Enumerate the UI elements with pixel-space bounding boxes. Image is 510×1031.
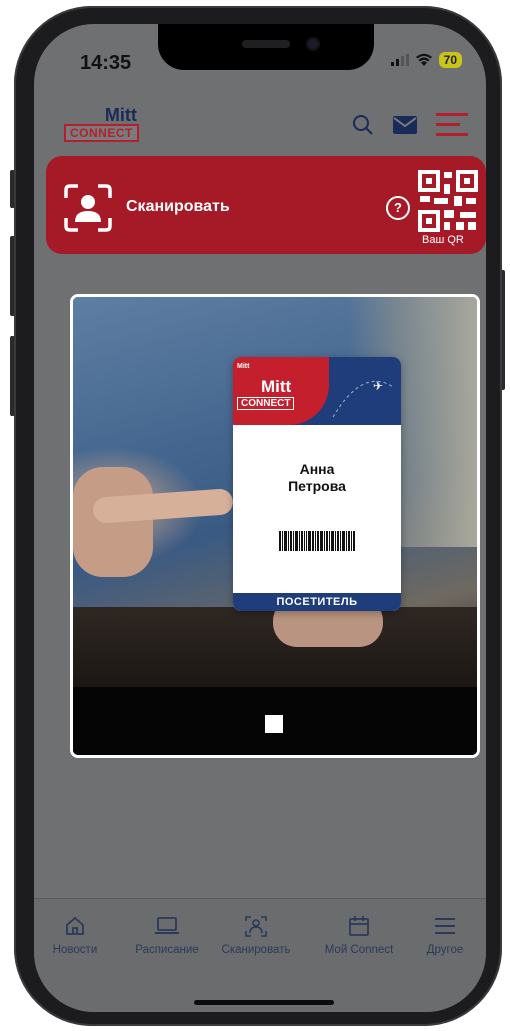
search-icon[interactable] <box>352 114 374 136</box>
status-time: 14:35 <box>80 52 132 74</box>
camera-feed-image: Mitt Mitt CONNECT ✈ Анна Петрова ПОСЕТИТ… <box>73 297 477 687</box>
scan-banner[interactable]: Сканировать ? Ваш QR <box>46 156 486 254</box>
qr-label: Ваш QR <box>422 234 464 246</box>
plane-icon: ✈ <box>373 379 384 393</box>
home-icon <box>66 916 84 935</box>
camera-viewfinder[interactable]: Mitt Mitt CONNECT ✈ Анна Петрова ПОСЕТИТ… <box>70 294 480 758</box>
nav-item-schedule[interactable]: Расписание <box>126 915 208 956</box>
nav-item-other[interactable]: Другое <box>412 915 478 956</box>
nav-item-news[interactable]: Новости <box>38 915 112 956</box>
home-indicator[interactable] <box>194 1000 334 1005</box>
status-icons: 70 <box>390 52 462 68</box>
calendar-icon <box>349 916 369 936</box>
nav-item-my-connect[interactable]: Мой Connect <box>314 915 404 956</box>
speaker <box>242 40 290 48</box>
hamburger-menu-icon[interactable] <box>436 112 468 138</box>
badge-first-name: Анна <box>299 461 335 477</box>
nav-item-scan[interactable]: Сканировать <box>214 915 298 956</box>
logo-connect-text: CONNECT <box>64 124 139 142</box>
front-camera <box>306 37 320 51</box>
nav-label-schedule: Расписание <box>135 944 199 956</box>
stop-scan-button[interactable] <box>265 715 283 733</box>
laptop-icon <box>155 917 179 934</box>
barcode <box>279 531 355 551</box>
mitt-connect-logo[interactable]: Mitt CONNECT <box>64 106 139 142</box>
signal-icon <box>390 54 409 66</box>
badge-logo-connect: CONNECT <box>237 397 295 410</box>
scan-label: Сканировать <box>126 198 230 215</box>
mail-icon[interactable] <box>392 115 418 135</box>
nav-label-my-connect: Мой Connect <box>324 944 394 956</box>
nav-label-other: Другое <box>426 944 464 956</box>
phone-screen: 14:35 70 Mitt CONNECT Сканировать ? Ваш … <box>34 24 486 1012</box>
badge-small-logo: Mitt <box>237 363 250 370</box>
header-actions <box>352 112 468 138</box>
scan-user-icon <box>64 184 112 232</box>
qr-code-icon[interactable] <box>418 170 478 232</box>
notch <box>158 24 374 70</box>
scan-user-icon <box>245 916 267 937</box>
wifi-icon <box>415 53 432 66</box>
badge-role: ПОСЕТИТЕЛЬ <box>233 593 401 611</box>
battery-indicator: 70 <box>438 52 462 68</box>
app-header: Mitt CONNECT <box>34 94 486 156</box>
badge-logo-mitt: Mitt <box>261 377 292 396</box>
menu-icon <box>435 918 455 934</box>
nav-label-news: Новости <box>52 944 98 956</box>
logo-mitt-text: Mitt <box>104 105 137 125</box>
bottom-navigation: Новости Расписание Сканировать Мой Conne… <box>34 898 486 1012</box>
badge-name: Анна Петрова <box>233 461 401 495</box>
help-icon[interactable]: ? <box>386 196 410 220</box>
visitor-badge: Mitt Mitt CONNECT ✈ Анна Петрова ПОСЕТИТ… <box>233 357 401 611</box>
nav-label-scan: Сканировать <box>221 944 291 956</box>
badge-last-name: Петрова <box>288 478 346 494</box>
